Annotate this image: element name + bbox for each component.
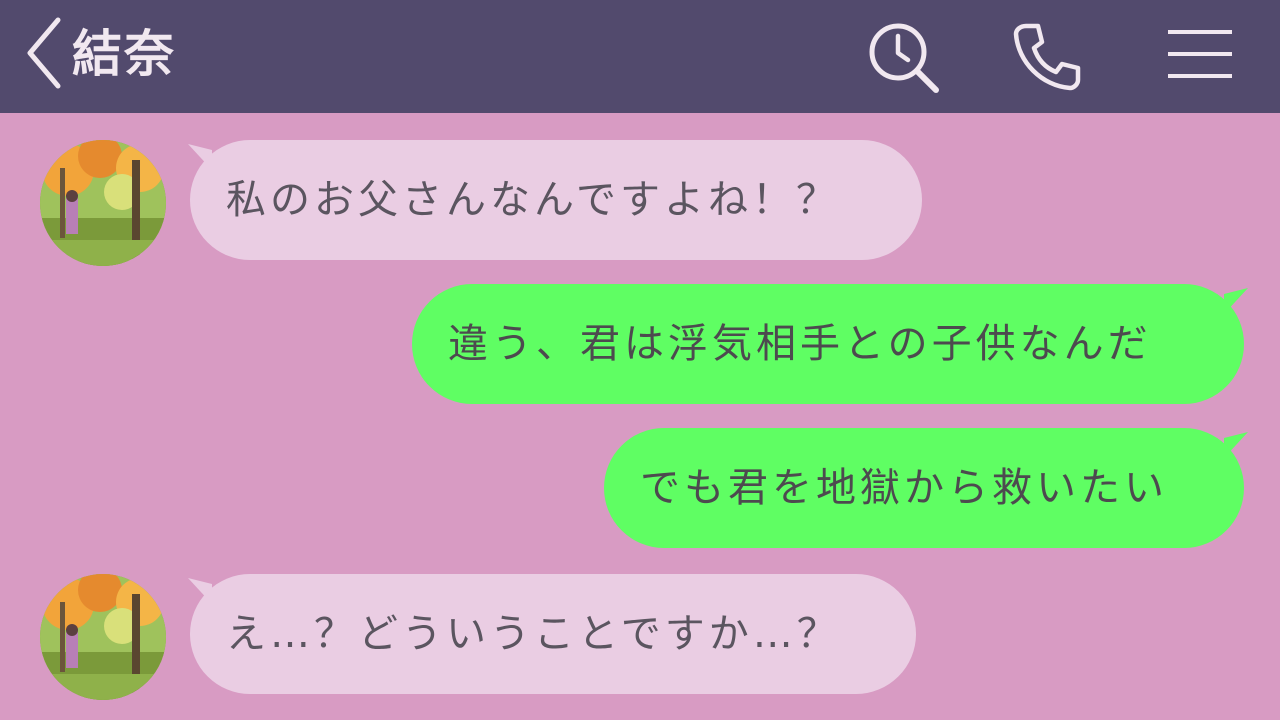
menu-icon[interactable] xyxy=(1160,16,1240,96)
contact-name[interactable]: 結奈 xyxy=(72,22,176,86)
outgoing-message[interactable]: 違う、君は浮気相手との子供なんだ xyxy=(412,284,1244,404)
phone-icon[interactable] xyxy=(1008,16,1088,96)
incoming-message[interactable]: 私のお父さんなんですよね！？ xyxy=(190,140,922,260)
avatar[interactable] xyxy=(40,140,166,266)
back-chevron-icon[interactable] xyxy=(22,14,72,92)
outgoing-message[interactable]: でも君を地獄から救いたい xyxy=(604,428,1244,548)
avatar[interactable] xyxy=(40,574,166,700)
message-list[interactable]: 私のお父さんなんですよね！？ 違う、君は浮気相手との子供なんだ でも君を地獄から… xyxy=(0,113,1280,720)
chat-header: 結奈 xyxy=(0,0,1280,113)
incoming-message[interactable]: え…？どういうことですか…？ xyxy=(190,574,916,694)
search-clock-icon[interactable] xyxy=(862,16,942,96)
